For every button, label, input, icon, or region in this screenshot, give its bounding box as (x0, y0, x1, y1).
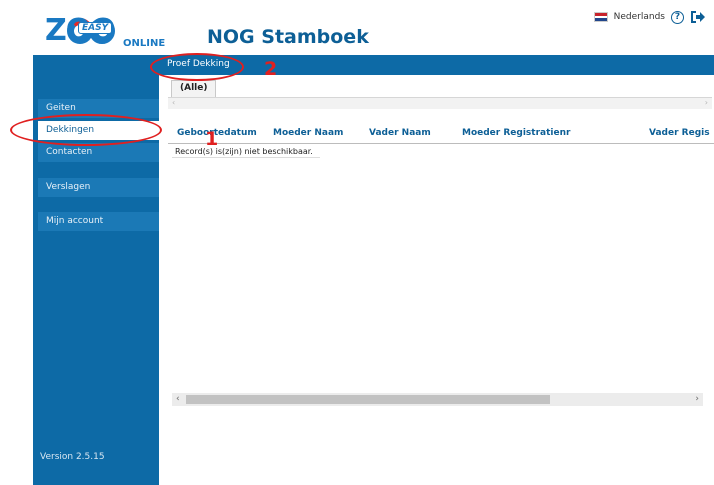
column-header-moeder-naam[interactable]: Moeder Naam (273, 128, 343, 138)
page-title: NOG Stamboek (207, 26, 369, 48)
logout-icon[interactable] (690, 10, 706, 24)
scrollbar-thumb[interactable] (186, 395, 550, 404)
column-header-moeder-registratienr[interactable]: Moeder Registratienr (462, 128, 570, 138)
annotation-number-2: 2 (264, 58, 278, 80)
sidebar-item-verslagen[interactable]: Verslagen (38, 178, 159, 197)
logo-area: ZOO EASY ONLINE (33, 9, 165, 55)
help-icon[interactable]: ? (671, 10, 684, 24)
annotation-number-1: 1 (205, 128, 219, 150)
annotation-circle-2 (150, 53, 244, 81)
header-controls: Nederlands ? (593, 10, 706, 24)
horizontal-scrollbar[interactable]: ‹ › (172, 393, 703, 406)
grid-header: Geboortedatum Moeder Naam Vader Naam Moe… (168, 120, 714, 144)
tab-alle[interactable]: (Alle) (171, 80, 217, 98)
scroll-right-icon[interactable]: › (695, 394, 699, 404)
divider (172, 157, 320, 158)
tab-strip: ‹ › (168, 97, 712, 109)
sidebar: ZOO EASY ONLINE Geiten Dekkingen Contact… (33, 9, 165, 485)
strip-right-icon[interactable]: › (705, 98, 708, 107)
language-selector[interactable]: Nederlands (614, 12, 665, 22)
empty-message: Record(s) is(zijn) niet beschikbaar. (175, 147, 313, 156)
column-header-vader-registratienr[interactable]: Vader Regis (649, 128, 710, 138)
zoo-easy-logo[interactable]: ZOO EASY ONLINE (45, 13, 165, 51)
logo-easy-badge: EASY (78, 22, 113, 34)
sidebar-item-contacten[interactable]: Contacten (38, 143, 159, 162)
logo-online-text: ONLINE (123, 38, 166, 49)
column-header-vader-naam[interactable]: Vader Naam (369, 128, 431, 138)
dutch-flag-icon[interactable] (593, 12, 608, 22)
sidebar-item-mijn-account[interactable]: Mijn account (38, 212, 159, 231)
scroll-left-icon[interactable]: ‹ (176, 394, 180, 404)
version-label: Version 2.5.15 (40, 452, 105, 462)
strip-left-icon[interactable]: ‹ (172, 98, 175, 107)
annotation-circle-1 (10, 114, 162, 146)
